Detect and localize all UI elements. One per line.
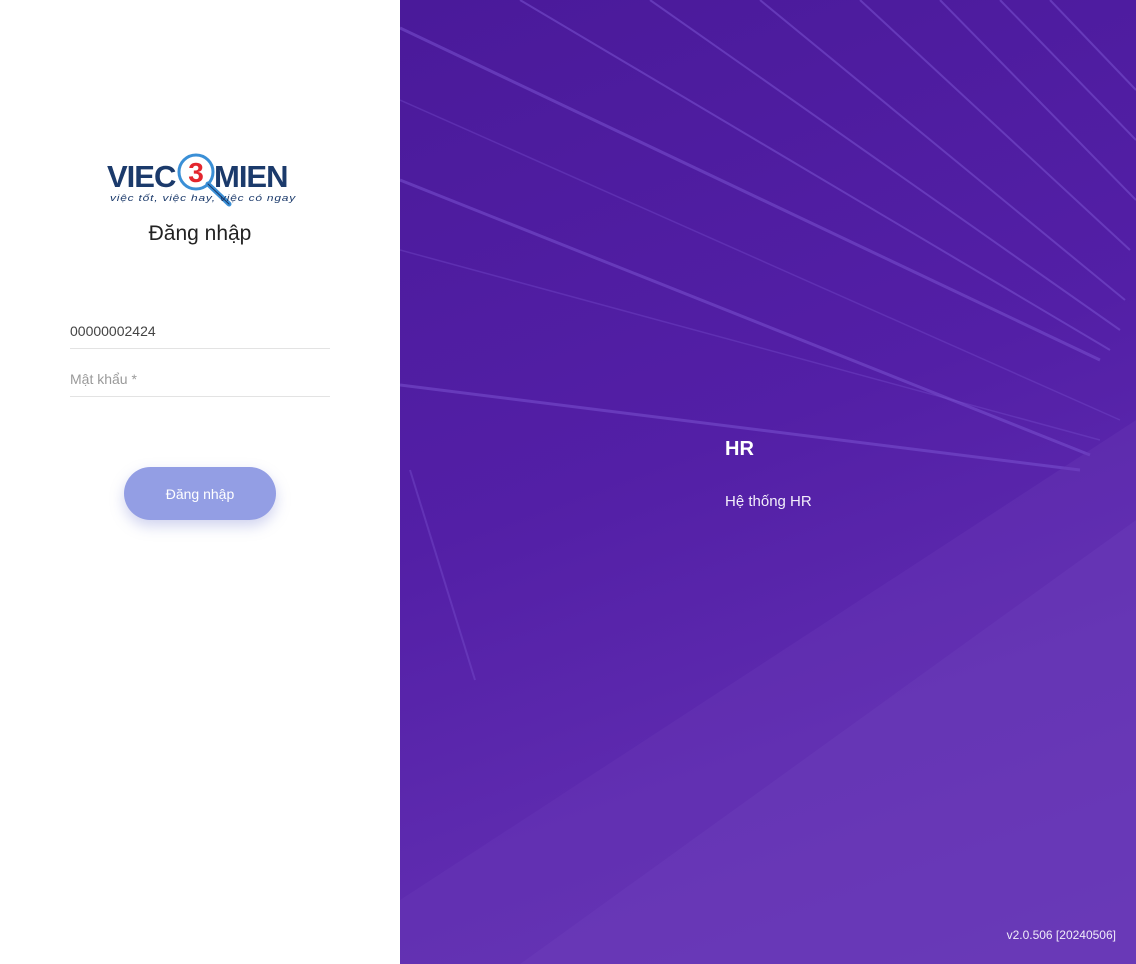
logo-tagline: việc tốt, việc hay, việc có ngay <box>110 193 296 203</box>
logo-number: 3 <box>188 157 204 188</box>
username-field <box>70 308 330 349</box>
hero-subtitle: Hệ thống HR <box>725 493 812 510</box>
username-input[interactable] <box>70 308 330 348</box>
login-page: VIEC 3 MIEN việc tốt, việc hay, việc có … <box>0 0 1136 964</box>
password-input[interactable] <box>70 356 330 396</box>
brand-logo: VIEC 3 MIEN việc tốt, việc hay, việc có … <box>106 150 300 210</box>
logo-text-viec: VIEC <box>107 159 176 194</box>
login-button[interactable]: Đăng nhập <box>124 467 276 520</box>
password-field <box>70 356 330 397</box>
hero-panel: HR Hệ thống HR v2.0.506 [20240506] <box>400 0 1136 964</box>
login-panel: VIEC 3 MIEN việc tốt, việc hay, việc có … <box>0 0 400 964</box>
hero-title: HR <box>725 438 754 460</box>
version-label: v2.0.506 [20240506] <box>1006 928 1116 942</box>
login-title: Đăng nhập <box>148 222 252 245</box>
logo-text-mien: MIEN <box>214 159 288 194</box>
hero-background-image <box>400 0 1136 964</box>
